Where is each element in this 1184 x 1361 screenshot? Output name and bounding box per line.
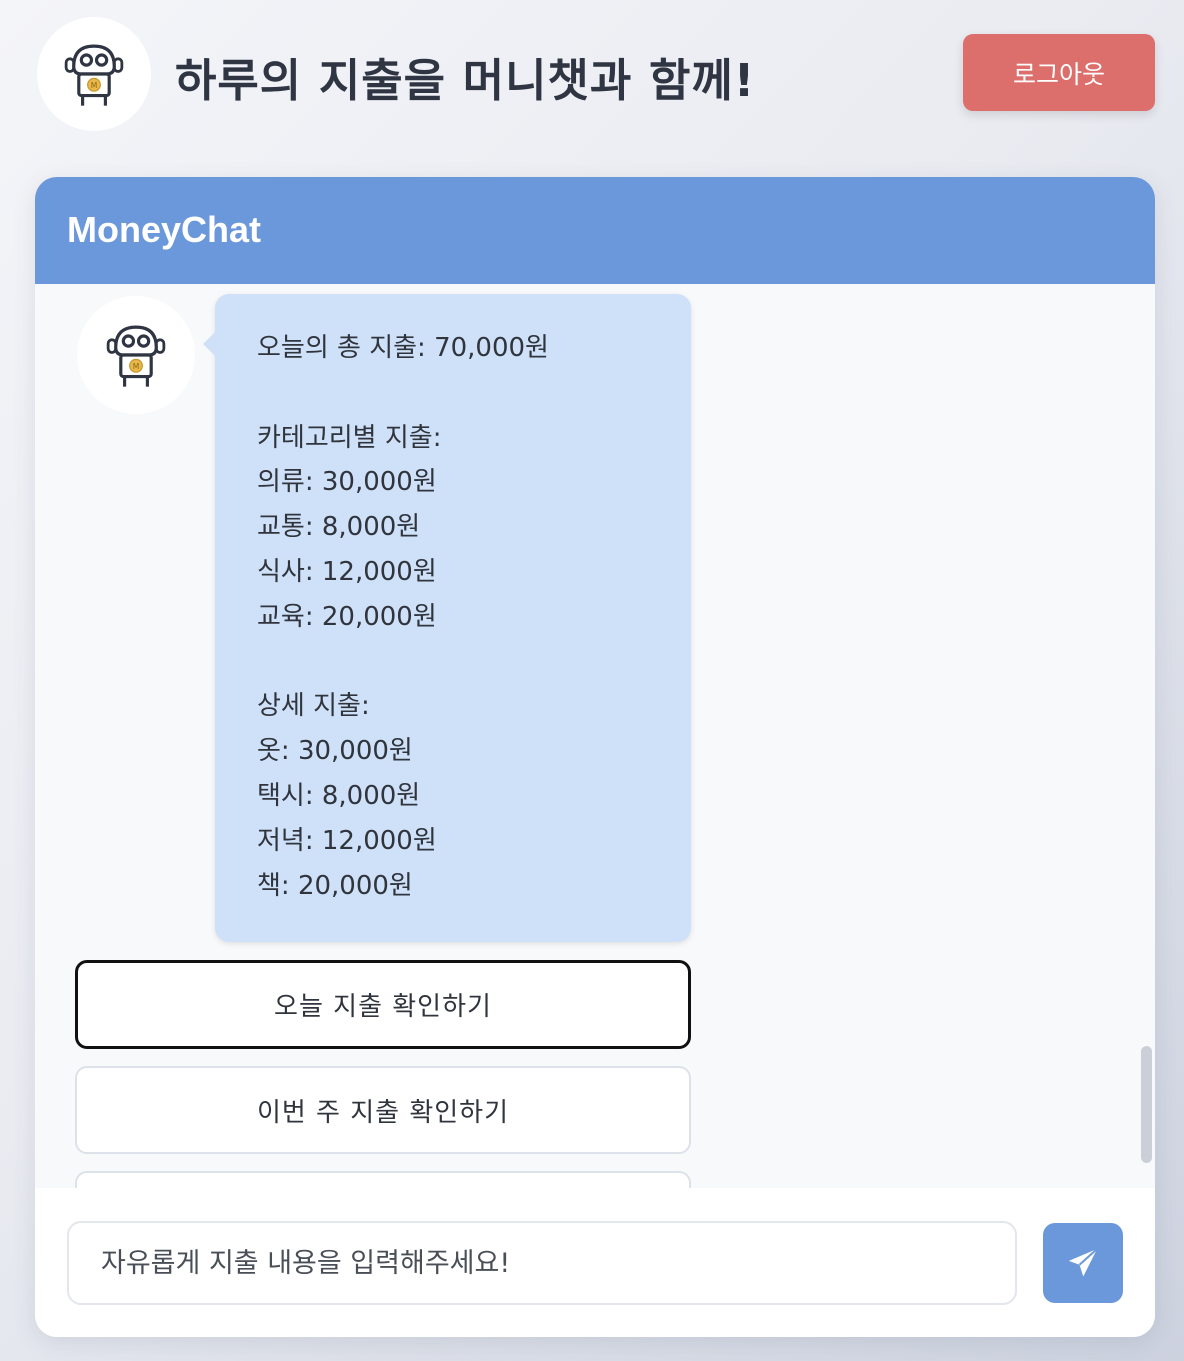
bot-message-text: 오늘의 총 지출: 70,000원 카테고리별 지출: 의류: 30,000원 … — [257, 326, 549, 908]
quick-reply-today-button[interactable]: 오늘 지출 확인하기 — [75, 960, 691, 1049]
logo: M — [37, 17, 151, 131]
send-button[interactable] — [1043, 1223, 1123, 1303]
message-line: 오늘의 총 지출: 70,000원 — [257, 333, 549, 363]
svg-text:M: M — [91, 81, 98, 90]
message-line: 책: 20,000원 — [257, 870, 413, 901]
robot-icon: M — [64, 44, 124, 106]
message-line: 카테고리별 지출: — [257, 422, 442, 453]
bot-avatar: M — [77, 296, 195, 414]
input-area — [35, 1188, 1155, 1337]
message-line: 교육: 20,000원 — [257, 601, 437, 632]
quick-reply-week-button[interactable]: 이번 주 지출 확인하기 — [75, 1066, 691, 1154]
logout-button[interactable]: 로그아웃 — [963, 34, 1155, 111]
scrollbar-thumb[interactable] — [1141, 1046, 1152, 1163]
bot-message-bubble: 오늘의 총 지출: 70,000원 카테고리별 지출: 의류: 30,000원 … — [203, 294, 691, 942]
svg-text:M: M — [133, 362, 140, 371]
chat-header: MoneyChat — [35, 177, 1155, 284]
robot-icon: M — [106, 325, 166, 387]
message-line — [257, 640, 549, 685]
quick-reply-button[interactable] — [75, 1171, 691, 1188]
chat-window: MoneyChat M 오늘의 총 지출: 70,000원 카테고리별 지출: … — [35, 177, 1155, 1337]
bubble-tail — [203, 332, 215, 356]
message-line: 의류: 30,000원 — [257, 467, 437, 498]
page-title: 하루의 지출을 머니챗과 함께! — [175, 54, 756, 107]
message-line: 저녁: 12,000원 — [257, 825, 437, 856]
chat-title: MoneyChat — [67, 209, 262, 250]
message-list[interactable]: M 오늘의 총 지출: 70,000원 카테고리별 지출: 의류: 30,000… — [35, 284, 1155, 1188]
top-header: M 하루의 지출을 머니챗과 함께! 로그아웃 — [0, 0, 1184, 150]
paper-plane-icon — [1068, 1248, 1098, 1277]
message-line: 옷: 30,000원 — [257, 736, 413, 767]
message-line: 상세 지출: — [257, 691, 370, 722]
message-line: 교통: 8,000원 — [257, 512, 421, 543]
message-line: 식사: 12,000원 — [257, 556, 437, 587]
message-line — [257, 371, 549, 416]
message-line: 택시: 8,000원 — [257, 780, 421, 811]
message-input[interactable] — [67, 1221, 1017, 1305]
